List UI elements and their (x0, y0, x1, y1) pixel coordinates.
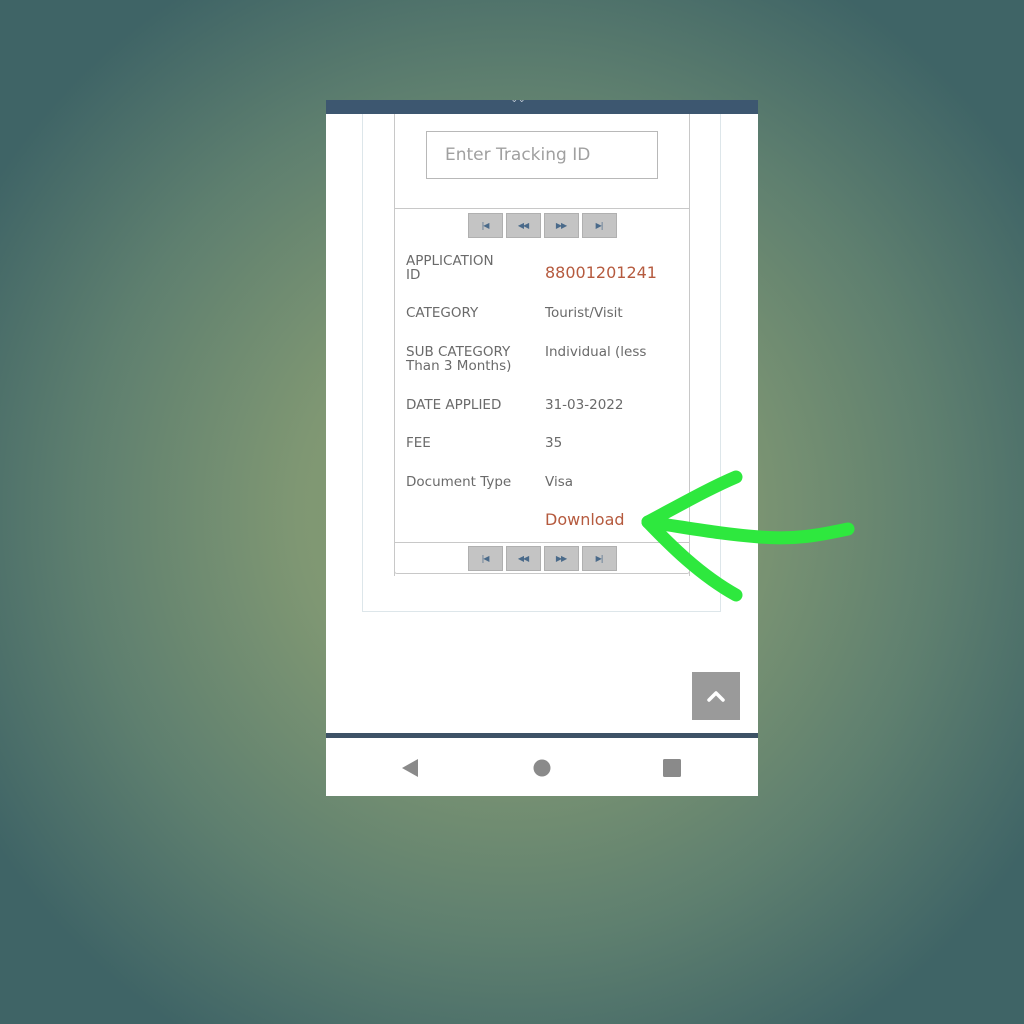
detail-row-date-applied: DATE APPLIED 31-03-2022 (406, 398, 686, 412)
first-page-icon[interactable]: |◀ (467, 212, 503, 238)
detail-label: DATE APPLIED (406, 397, 502, 413)
phone-screen: ⌄⌄ |◀ ◀◀ ▶▶ ▶| APPLICATIONID 88001201241… (326, 100, 758, 796)
detail-row-application-id: APPLICATION ID 88001201241 (406, 254, 686, 282)
detail-label: APPLICATION ID (406, 253, 494, 283)
detail-row-sub-category: SUB CATEGORY Than 3 Months) Individual (l… (406, 345, 686, 373)
detail-label: CATEGORY (406, 305, 479, 321)
detail-label: FEE (406, 435, 431, 451)
search-area (395, 114, 689, 209)
recents-square-icon (663, 759, 681, 777)
detail-row-document-type: Document Type Visa (406, 475, 686, 489)
top-app-bar: ⌄⌄ (326, 100, 758, 114)
prev-page-icon[interactable]: ◀◀ (505, 212, 541, 238)
tracking-card: |◀ ◀◀ ▶▶ ▶| APPLICATIONID 88001201241 CA… (394, 114, 690, 576)
home-circle-icon (533, 759, 551, 777)
detail-row-category: CATEGORY Tourist/Visit (406, 306, 686, 320)
android-nav-bar (326, 738, 758, 796)
detail-value: Individual (less (545, 344, 647, 360)
next-page-icon[interactable]: ▶▶ (543, 212, 579, 238)
tracking-id-input[interactable] (426, 131, 658, 179)
scroll-to-top-button[interactable] (692, 672, 740, 720)
pager-top: |◀ ◀◀ ▶▶ ▶| (395, 209, 689, 241)
next-page-icon[interactable]: ▶▶ (543, 545, 579, 571)
detail-row-fee: FEE 35 (406, 436, 686, 450)
back-triangle-icon (402, 759, 418, 777)
recents-button[interactable] (662, 758, 682, 778)
last-page-icon[interactable]: ▶| (581, 212, 617, 238)
first-page-icon[interactable]: |◀ (467, 545, 503, 571)
home-button[interactable] (532, 758, 552, 778)
chevron-icon: ⌄⌄ (510, 100, 526, 105)
detail-label: SUB CATEGORY Than 3 Months) (406, 344, 512, 374)
detail-label: Document Type (406, 474, 512, 490)
detail-value: Visa (545, 474, 573, 490)
prev-page-icon[interactable]: ◀◀ (505, 545, 541, 571)
detail-value: 31-03-2022 (545, 397, 624, 413)
detail-value: 35 (545, 435, 563, 451)
pager-bottom: |◀ ◀◀ ▶▶ ▶| (394, 542, 690, 574)
download-link[interactable]: Download (545, 510, 625, 529)
back-button[interactable] (400, 758, 420, 778)
application-id-value: 88001201241 (545, 263, 657, 282)
chevron-up-icon (707, 691, 725, 702)
detail-value: Tourist/Visit (545, 305, 623, 321)
last-page-icon[interactable]: ▶| (581, 545, 617, 571)
